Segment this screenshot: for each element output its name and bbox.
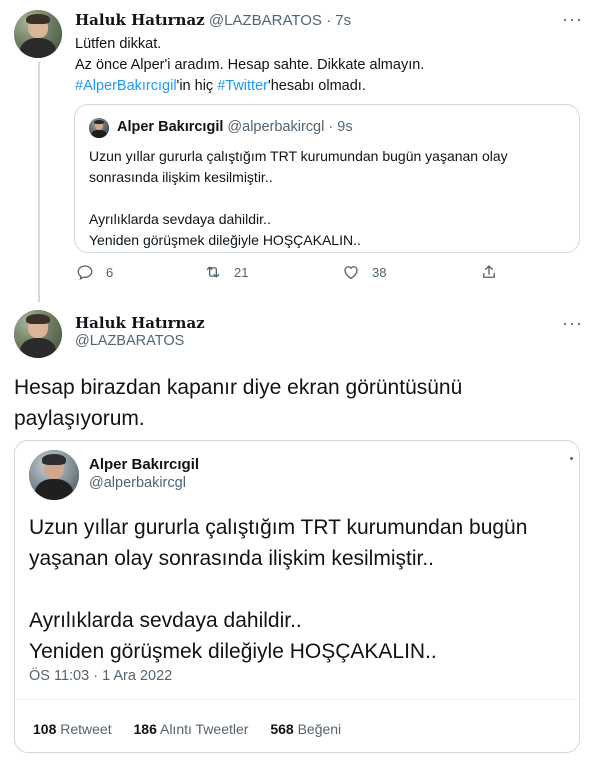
text-fragment: 'in hiç — [176, 78, 218, 94]
author-handle[interactable]: @LAZBARATOS — [209, 12, 322, 29]
text-line: paylaşıyorum. — [14, 407, 145, 430]
retweet-count: 108 — [33, 721, 57, 737]
quoted-tweet-time: 9s — [337, 119, 353, 135]
avatar — [89, 118, 109, 138]
text-line: Ayrılıklarda sevdaya dahildir.. — [89, 211, 271, 227]
hashtag-link[interactable]: #AlperBakırcıgil — [75, 78, 177, 94]
share-button[interactable] — [480, 263, 510, 281]
quote-count: 186 — [133, 721, 157, 737]
text-line: Yeniden görüşmek dileğiyle HOŞÇAKALIN.. — [89, 232, 361, 248]
text-line: Az önce Alper'i aradım. Hesap sahte. Dik… — [75, 57, 425, 73]
author-handle[interactable]: @LAZBARATOS — [75, 333, 184, 349]
embedded-tweet-text: Uzun yıllar gururla çalıştığım TRT kurum… — [29, 512, 569, 667]
embedded-author-handle: @alperbakircgl — [89, 475, 186, 491]
author-name[interactable]: Haluk Hatırnaz — [75, 314, 205, 332]
text-line: #AlperBakırcıgil'in hiç #Twitter'hesabı … — [75, 76, 575, 97]
embedded-author-name: Alper Bakırcıgil — [89, 456, 200, 473]
quoted-tweet-text: Uzun yıllar gururla çalıştığım TRT kurum… — [89, 146, 559, 251]
quoted-tweet[interactable]: Alper Bakırcıgil @alperbakircgl · 9s Uzu… — [74, 104, 580, 253]
like-count: 568 — [270, 721, 294, 737]
retweet-button[interactable]: 21 — [204, 263, 248, 281]
retweet-stat: 108 Retweet — [33, 721, 112, 737]
quote-label: Alıntı Tweetler — [159, 721, 249, 737]
reply-button[interactable]: 6 — [76, 263, 113, 281]
tweet-header: Haluk Hatırnaz @LAZBARATOS · 7s — [75, 11, 351, 29]
quoted-tweet-header: Alper Bakırcıgil @alperbakircgl · 9s — [117, 119, 353, 135]
avatar[interactable] — [14, 10, 62, 58]
tweet-actions: 6 21 38 — [74, 263, 504, 287]
quoted-author-handle: @alperbakircgl — [227, 119, 325, 135]
retweet-icon — [206, 266, 220, 278]
quoted-author-name: Alper Bakırcıgil — [117, 119, 224, 135]
text-line: Uzun yıllar gururla çalıştığım TRT kurum… — [89, 148, 508, 164]
like-icon — [344, 266, 358, 280]
more-icon — [570, 457, 573, 460]
tweet-text: Lütfen dikkat. Az önce Alper'i aradım. H… — [75, 34, 575, 97]
thread-connector — [38, 62, 40, 302]
divider — [15, 699, 579, 700]
embedded-screenshot[interactable]: Alper Bakırcıgil @alperbakircgl Uzun yıl… — [14, 440, 580, 753]
text-line: sonrasında ilişkim kesilmiştir.. — [89, 169, 273, 185]
hashtag-link[interactable]: #Twitter — [217, 78, 268, 94]
text-line: yaşanan olay sonrasında ilişkim kesilmiş… — [29, 547, 434, 570]
embedded-timestamp: ÖS 11:03 · 1 Ara 2022 — [29, 668, 173, 684]
reply-count: 6 — [106, 264, 114, 280]
reply-icon — [77, 265, 93, 280]
like-button[interactable]: 38 — [342, 263, 386, 281]
like-count: 38 — [372, 264, 387, 280]
text-line: Lütfen dikkat. — [75, 36, 162, 52]
more-icon[interactable]: ··· — [562, 10, 583, 28]
tweet-time[interactable]: 7s — [335, 12, 351, 29]
text-line: Ayrılıklarda sevdaya dahildir.. — [29, 609, 302, 632]
text-line: Uzun yıllar gururla çalıştığım TRT kurum… — [29, 516, 528, 539]
retweet-label: Retweet — [60, 721, 112, 737]
more-icon[interactable]: ··· — [562, 314, 583, 332]
like-stat: 568 Beğeni — [270, 721, 341, 737]
quote-stat: 186 Alıntı Tweetler — [134, 721, 249, 737]
retweet-count: 21 — [234, 264, 249, 280]
embedded-stats: 108 Retweet 186 Alıntı Tweetler 568 Beğe… — [33, 721, 359, 737]
author-name[interactable]: Haluk Hatırnaz — [75, 11, 205, 29]
avatar — [29, 450, 79, 500]
avatar[interactable] — [14, 310, 62, 358]
tweet-text: Hesap birazdan kapanır diye ekran görünt… — [14, 372, 574, 434]
separator: · — [326, 12, 332, 29]
text-fragment: 'hesabı olmadı. — [267, 78, 366, 94]
text-line: Hesap birazdan kapanır diye ekran görünt… — [14, 376, 463, 399]
separator: · — [328, 119, 334, 135]
share-icon — [483, 265, 495, 278]
like-label: Beğeni — [297, 721, 342, 737]
text-line: Yeniden görüşmek dileğiyle HOŞÇAKALIN.. — [29, 640, 437, 663]
